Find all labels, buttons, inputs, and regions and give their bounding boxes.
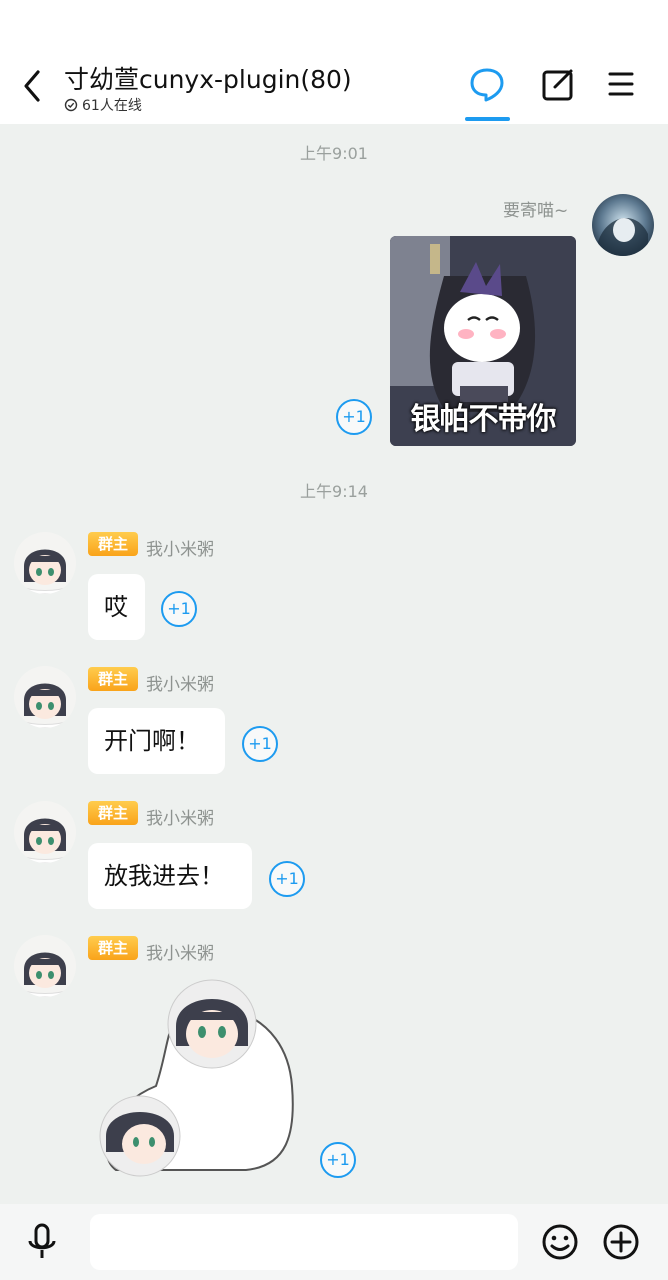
message-bubble[interactable]: 放我进去！ — [88, 843, 252, 909]
timestamp: 上午9:14 — [300, 482, 368, 501]
plus-one-button[interactable]: +1 — [320, 1142, 356, 1178]
sender-nickname: 要寄喵~ — [503, 201, 569, 221]
online-status: 61人在线 — [64, 95, 142, 115]
check-circle-icon — [64, 98, 78, 112]
microphone-icon[interactable] — [20, 1220, 64, 1264]
plus-one-button[interactable]: +1 — [161, 591, 197, 627]
owner-badge: 群主 — [88, 936, 138, 960]
owner-badge: 群主 — [88, 532, 138, 556]
sticker-caption: 银帕不带你 — [410, 402, 557, 437]
avatar[interactable] — [14, 801, 76, 863]
active-tab-indicator — [465, 117, 510, 121]
timestamp: 上午9:01 — [300, 144, 368, 163]
plus-one-button[interactable]: +1 — [242, 726, 278, 762]
sticker-image[interactable] — [96, 976, 302, 1180]
back-arrow-icon[interactable] — [18, 66, 48, 106]
sender-nickname: 我小米粥 — [146, 540, 214, 560]
online-count: 61人在线 — [82, 98, 142, 114]
sender-nickname: 我小米粥 — [146, 944, 214, 964]
avatar[interactable] — [592, 194, 654, 256]
menu-icon[interactable] — [608, 62, 652, 106]
chat-bubble-icon[interactable] — [465, 62, 509, 106]
avatar[interactable] — [14, 532, 76, 594]
avatar[interactable] — [14, 666, 76, 728]
plus-one-button[interactable]: +1 — [336, 399, 372, 435]
top-bar: 寸幼萱cunyx-plugin(80) 61人在线 — [0, 0, 668, 124]
owner-badge: 群主 — [88, 801, 138, 825]
sender-nickname: 我小米粥 — [146, 675, 214, 695]
sticker-image[interactable]: 银帕不带你 — [390, 236, 576, 446]
sender-nickname: 我小米粥 — [146, 809, 214, 829]
emoji-icon[interactable] — [538, 1220, 582, 1264]
plus-circle-icon[interactable] — [599, 1220, 643, 1264]
edit-icon[interactable] — [537, 62, 581, 106]
message-input[interactable] — [90, 1214, 518, 1270]
message-bubble[interactable]: 开门啊！ — [88, 708, 225, 774]
plus-one-button[interactable]: +1 — [269, 861, 305, 897]
message-bubble[interactable]: 哎 — [88, 574, 145, 640]
owner-badge: 群主 — [88, 667, 138, 691]
avatar[interactable] — [14, 935, 76, 997]
group-title: 寸幼萱cunyx-plugin(80) — [64, 65, 352, 94]
